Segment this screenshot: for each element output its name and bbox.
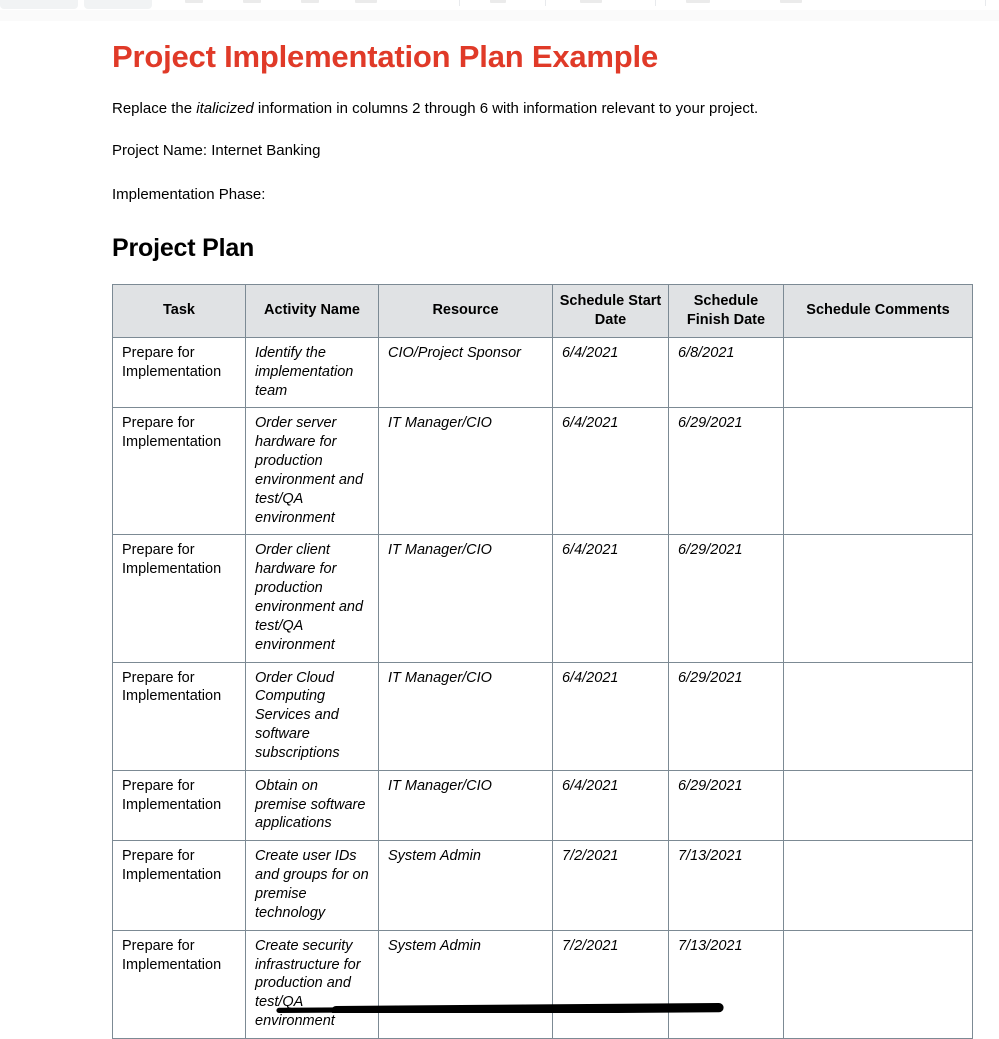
cell-activity-name[interactable]: Identify the implementation team <box>245 336 379 409</box>
table-row: Prepare for Implementation Obtain on prem… <box>112 769 973 842</box>
cell-activity-name[interactable]: Create security infrastructure for produ… <box>245 929 379 1039</box>
intro-text-after: information in columns 2 through 6 with … <box>253 99 759 117</box>
toolbar-icon-checklist[interactable] <box>490 0 506 3</box>
cell-resource[interactable]: System Admin <box>378 840 553 931</box>
cell-task[interactable]: Prepare for Implementation <box>112 534 246 663</box>
project-plan-table-container: Task Activity Name Resource Schedule Sta… <box>112 263 973 1039</box>
cell-schedule-finish-date[interactable]: 7/13/2021 <box>668 840 784 931</box>
table-row: Prepare for Implementation Order Cloud Co… <box>112 661 973 771</box>
column-header-schedule-start: Schedule Start Date <box>552 283 669 338</box>
cell-schedule-finish-date[interactable]: 6/29/2021 <box>668 769 784 842</box>
cell-schedule-finish-date[interactable]: 6/8/2021 <box>668 336 784 409</box>
cell-schedule-start-date[interactable]: 6/4/2021 <box>552 534 669 663</box>
toolbar-separator-3 <box>655 0 656 6</box>
cell-resource[interactable]: IT Manager/CIO <box>378 769 553 842</box>
section-heading: Project Plan <box>112 234 255 263</box>
cell-schedule-comments[interactable] <box>783 769 973 842</box>
cell-schedule-finish-date[interactable]: 7/13/2021 <box>668 929 784 1039</box>
cell-schedule-comments[interactable] <box>783 407 973 536</box>
cell-activity-name[interactable]: Obtain on premise software applications <box>245 769 379 842</box>
intro-paragraph: Replace the italicized information in co… <box>112 75 973 119</box>
cell-resource[interactable]: IT Manager/CIO <box>378 534 553 663</box>
cell-task[interactable]: Prepare for Implementation <box>112 929 246 1039</box>
cell-schedule-comments[interactable] <box>783 534 973 663</box>
cell-task[interactable]: Prepare for Implementation <box>112 661 246 771</box>
cell-schedule-finish-date[interactable]: 6/29/2021 <box>668 661 784 771</box>
toolbar-icon-line-spacing[interactable] <box>355 0 377 3</box>
cell-schedule-comments[interactable] <box>783 336 973 409</box>
cell-activity-name[interactable]: Order client hardware for production env… <box>245 534 379 663</box>
document-page: Project Implementation Plan Example Repl… <box>0 21 999 1039</box>
table-row: Prepare for Implementation Order client h… <box>112 534 973 663</box>
page-title: Project Implementation Plan Example <box>112 39 658 74</box>
cell-resource[interactable]: IT Manager/CIO <box>378 661 553 771</box>
cell-resource[interactable]: CIO/Project Sponsor <box>378 336 553 409</box>
toolbar-icon-indent[interactable] <box>780 0 802 3</box>
cell-schedule-start-date[interactable]: 6/4/2021 <box>552 769 669 842</box>
cell-activity-name[interactable]: Order Cloud Computing Services and softw… <box>245 661 379 771</box>
intro-text-before: Replace the <box>112 99 197 117</box>
table-row: Prepare for Implementation Identify the i… <box>112 336 973 409</box>
intro-text-italic: italicized <box>196 99 254 117</box>
toolbar-icon-numbered-list[interactable] <box>686 0 710 3</box>
cell-task[interactable]: Prepare for Implementation <box>112 769 246 842</box>
toolbar-icon-align-center[interactable] <box>243 0 261 3</box>
cell-schedule-start-date[interactable]: 6/4/2021 <box>552 661 669 771</box>
cell-schedule-finish-date[interactable]: 6/29/2021 <box>668 407 784 536</box>
column-header-task: Task <box>112 283 246 338</box>
cell-task[interactable]: Prepare for Implementation <box>112 840 246 931</box>
document-body: Project Implementation Plan Example Repl… <box>112 21 973 1039</box>
toolbar-icon-bulleted-list[interactable] <box>580 0 602 3</box>
toolbar-icon-align-left[interactable] <box>185 0 203 3</box>
cell-resource[interactable]: System Admin <box>378 929 553 1039</box>
table-header-row: Task Activity Name Resource Schedule Sta… <box>112 283 973 338</box>
cell-schedule-finish-date[interactable]: 6/29/2021 <box>668 534 784 663</box>
table-row: Prepare for Implementation Create securit… <box>112 929 973 1039</box>
cell-activity-name[interactable]: Order server hardware for production env… <box>245 407 379 536</box>
cell-schedule-start-date[interactable]: 6/4/2021 <box>552 407 669 536</box>
implementation-phase-line: Implementation Phase: <box>112 185 266 203</box>
column-header-schedule-comments: Schedule Comments <box>783 283 973 338</box>
cell-activity-name[interactable]: Create user IDs and groups for on premis… <box>245 840 379 931</box>
cell-resource[interactable]: IT Manager/CIO <box>378 407 553 536</box>
column-header-activity-name: Activity Name <box>245 283 379 338</box>
toolbar-separator-4 <box>985 0 986 6</box>
cell-schedule-comments[interactable] <box>783 661 973 771</box>
cell-schedule-start-date[interactable]: 6/4/2021 <box>552 336 669 409</box>
table-row: Prepare for Implementation Order server h… <box>112 407 973 536</box>
toolbar-separator-1 <box>459 0 460 6</box>
cell-schedule-start-date[interactable]: 7/2/2021 <box>552 840 669 931</box>
document-toolbar <box>0 0 999 10</box>
cell-schedule-start-date[interactable]: 7/2/2021 <box>552 929 669 1039</box>
cell-task[interactable]: Prepare for Implementation <box>112 407 246 536</box>
toolbar-chip-left-2[interactable] <box>84 0 152 9</box>
table-row: Prepare for Implementation Create user ID… <box>112 840 973 931</box>
toolbar-chip-left-1[interactable] <box>0 0 78 9</box>
toolbar-icon-align-right[interactable] <box>301 0 319 3</box>
toolbar-separator-2 <box>545 0 546 6</box>
project-plan-table-body: Prepare for Implementation Identify the i… <box>112 336 973 1039</box>
cell-schedule-comments[interactable] <box>783 929 973 1039</box>
project-plan-table: Task Activity Name Resource Schedule Sta… <box>112 283 973 1039</box>
column-header-resource: Resource <box>378 283 553 338</box>
cell-schedule-comments[interactable] <box>783 840 973 931</box>
column-header-schedule-finish: Schedule Finish Date <box>668 283 784 338</box>
cell-task[interactable]: Prepare for Implementation <box>112 336 246 409</box>
project-name-line: Project Name: Internet Banking <box>112 142 321 160</box>
